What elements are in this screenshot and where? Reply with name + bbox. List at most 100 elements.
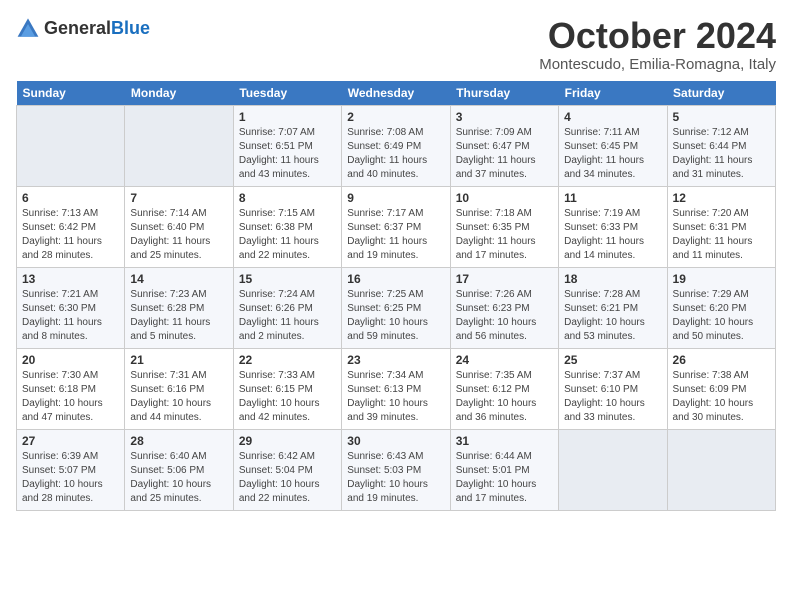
calendar-cell: 18 Sunrise: 7:28 AM Sunset: 6:21 PM Dayli… [559, 267, 667, 348]
location-title: Montescudo, Emilia-Romagna, Italy [539, 56, 776, 73]
day-info: Sunrise: 7:38 AM Sunset: 6:09 PM Dayligh… [673, 369, 770, 425]
calendar-table: SundayMondayTuesdayWednesdayThursdayFrid… [16, 81, 776, 511]
logo: GeneralBlue [16, 16, 150, 40]
calendar-cell: 3Sunrise: 7:09 AM Sunset: 6:47 PM Daylig… [450, 105, 558, 186]
day-info: Sunrise: 7:20 AM Sunset: 6:31 PM Dayligh… [673, 207, 770, 263]
calendar-cell [559, 429, 667, 510]
month-title: October 2024 [539, 16, 776, 56]
calendar-cell: 6Sunrise: 7:13 AM Sunset: 6:42 PM Daylig… [17, 186, 125, 267]
day-number: 27 [22, 434, 119, 448]
day-info: Sunrise: 7:18 AM Sunset: 6:35 PM Dayligh… [456, 207, 553, 263]
calendar-cell: 9Sunrise: 7:17 AM Sunset: 6:37 PM Daylig… [342, 186, 450, 267]
day-number: 1 [239, 110, 336, 124]
day-number: 20 [22, 353, 119, 367]
day-number: 5 [673, 110, 770, 124]
logo-icon [16, 16, 40, 40]
calendar-cell: 11 Sunrise: 7:19 AM Sunset: 6:33 PM Dayli… [559, 186, 667, 267]
logo-text-blue: Blue [111, 18, 150, 38]
day-number: 22 [239, 353, 336, 367]
day-info: Sunrise: 7:33 AM Sunset: 6:15 PM Dayligh… [239, 369, 336, 425]
calendar-week-row: 6Sunrise: 7:13 AM Sunset: 6:42 PM Daylig… [17, 186, 776, 267]
day-number: 6 [22, 191, 119, 205]
calendar-cell: 2 Sunrise: 7:08 AM Sunset: 6:49 PM Daylig… [342, 105, 450, 186]
day-info: Sunrise: 7:24 AM Sunset: 6:26 PM Dayligh… [239, 288, 336, 344]
calendar-cell: 22 Sunrise: 7:33 AM Sunset: 6:15 PM Dayli… [233, 348, 341, 429]
day-number: 8 [239, 191, 336, 205]
day-info: Sunrise: 7:17 AM Sunset: 6:37 PM Dayligh… [347, 207, 444, 263]
day-number: 13 [22, 272, 119, 286]
calendar-cell: 1 Sunrise: 7:07 AM Sunset: 6:51 PM Daylig… [233, 105, 341, 186]
day-info: Sunrise: 7:11 AM Sunset: 6:45 PM Dayligh… [564, 126, 661, 182]
day-info: Sunrise: 7:14 AM Sunset: 6:40 PM Dayligh… [130, 207, 227, 263]
day-header-monday: Monday [125, 81, 233, 106]
day-info: Sunrise: 7:12 AM Sunset: 6:44 PM Dayligh… [673, 126, 770, 182]
day-number: 11 [564, 191, 661, 205]
day-header-wednesday: Wednesday [342, 81, 450, 106]
calendar-cell [667, 429, 775, 510]
day-number: 17 [456, 272, 553, 286]
day-number: 4 [564, 110, 661, 124]
calendar-cell: 29Sunrise: 6:42 AM Sunset: 5:04 PM Dayli… [233, 429, 341, 510]
calendar-cell: 15 Sunrise: 7:24 AM Sunset: 6:26 PM Dayli… [233, 267, 341, 348]
calendar-week-row: 20 Sunrise: 7:30 AM Sunset: 6:18 PM Dayli… [17, 348, 776, 429]
calendar-cell: 13 Sunrise: 7:21 AM Sunset: 6:30 PM Dayli… [17, 267, 125, 348]
day-info: Sunrise: 7:26 AM Sunset: 6:23 PM Dayligh… [456, 288, 553, 344]
calendar-week-row: 13 Sunrise: 7:21 AM Sunset: 6:30 PM Dayli… [17, 267, 776, 348]
day-header-saturday: Saturday [667, 81, 775, 106]
day-info: Sunrise: 7:23 AM Sunset: 6:28 PM Dayligh… [130, 288, 227, 344]
day-number: 18 [564, 272, 661, 286]
logo-text-general: General [44, 18, 111, 38]
calendar-header-row: SundayMondayTuesdayWednesdayThursdayFrid… [17, 81, 776, 106]
day-number: 19 [673, 272, 770, 286]
day-info: Sunrise: 7:19 AM Sunset: 6:33 PM Dayligh… [564, 207, 661, 263]
day-number: 2 [347, 110, 444, 124]
day-number: 23 [347, 353, 444, 367]
day-number: 21 [130, 353, 227, 367]
calendar-cell: 27 Sunrise: 6:39 AM Sunset: 5:07 PM Dayli… [17, 429, 125, 510]
day-number: 3 [456, 110, 553, 124]
day-header-tuesday: Tuesday [233, 81, 341, 106]
day-header-thursday: Thursday [450, 81, 558, 106]
calendar-week-row: 27 Sunrise: 6:39 AM Sunset: 5:07 PM Dayli… [17, 429, 776, 510]
page-header: GeneralBlue October 2024 Montescudo, Emi… [16, 16, 776, 73]
calendar-cell: 19 Sunrise: 7:29 AM Sunset: 6:20 PM Dayli… [667, 267, 775, 348]
calendar-cell: 21Sunrise: 7:31 AM Sunset: 6:16 PM Dayli… [125, 348, 233, 429]
calendar-cell: 25Sunrise: 7:37 AM Sunset: 6:10 PM Dayli… [559, 348, 667, 429]
day-number: 10 [456, 191, 553, 205]
day-info: Sunrise: 7:08 AM Sunset: 6:49 PM Dayligh… [347, 126, 444, 182]
calendar-cell: 24 Sunrise: 7:35 AM Sunset: 6:12 PM Dayli… [450, 348, 558, 429]
calendar-week-row: 1 Sunrise: 7:07 AM Sunset: 6:51 PM Daylig… [17, 105, 776, 186]
calendar-cell: 8 Sunrise: 7:15 AM Sunset: 6:38 PM Daylig… [233, 186, 341, 267]
calendar-cell: 10 Sunrise: 7:18 AM Sunset: 6:35 PM Dayli… [450, 186, 558, 267]
day-number: 14 [130, 272, 227, 286]
day-number: 24 [456, 353, 553, 367]
day-number: 31 [456, 434, 553, 448]
day-info: Sunrise: 6:44 AM Sunset: 5:01 PM Dayligh… [456, 450, 553, 506]
day-number: 15 [239, 272, 336, 286]
day-info: Sunrise: 7:25 AM Sunset: 6:25 PM Dayligh… [347, 288, 444, 344]
day-number: 12 [673, 191, 770, 205]
day-number: 30 [347, 434, 444, 448]
day-info: Sunrise: 7:30 AM Sunset: 6:18 PM Dayligh… [22, 369, 119, 425]
day-info: Sunrise: 6:42 AM Sunset: 5:04 PM Dayligh… [239, 450, 336, 506]
day-number: 28 [130, 434, 227, 448]
day-info: Sunrise: 7:15 AM Sunset: 6:38 PM Dayligh… [239, 207, 336, 263]
calendar-cell: 16Sunrise: 7:25 AM Sunset: 6:25 PM Dayli… [342, 267, 450, 348]
day-info: Sunrise: 7:07 AM Sunset: 6:51 PM Dayligh… [239, 126, 336, 182]
calendar-cell: 28Sunrise: 6:40 AM Sunset: 5:06 PM Dayli… [125, 429, 233, 510]
calendar-cell: 23 Sunrise: 7:34 AM Sunset: 6:13 PM Dayli… [342, 348, 450, 429]
day-number: 7 [130, 191, 227, 205]
calendar-cell: 30Sunrise: 6:43 AM Sunset: 5:03 PM Dayli… [342, 429, 450, 510]
day-info: Sunrise: 7:35 AM Sunset: 6:12 PM Dayligh… [456, 369, 553, 425]
day-info: Sunrise: 7:21 AM Sunset: 6:30 PM Dayligh… [22, 288, 119, 344]
day-info: Sunrise: 6:39 AM Sunset: 5:07 PM Dayligh… [22, 450, 119, 506]
calendar-cell: 12 Sunrise: 7:20 AM Sunset: 6:31 PM Dayli… [667, 186, 775, 267]
day-header-sunday: Sunday [17, 81, 125, 106]
day-info: Sunrise: 7:28 AM Sunset: 6:21 PM Dayligh… [564, 288, 661, 344]
day-info: Sunrise: 7:29 AM Sunset: 6:20 PM Dayligh… [673, 288, 770, 344]
calendar-cell: 31 Sunrise: 6:44 AM Sunset: 5:01 PM Dayli… [450, 429, 558, 510]
calendar-cell [17, 105, 125, 186]
day-info: Sunrise: 7:34 AM Sunset: 6:13 PM Dayligh… [347, 369, 444, 425]
day-number: 25 [564, 353, 661, 367]
day-header-friday: Friday [559, 81, 667, 106]
